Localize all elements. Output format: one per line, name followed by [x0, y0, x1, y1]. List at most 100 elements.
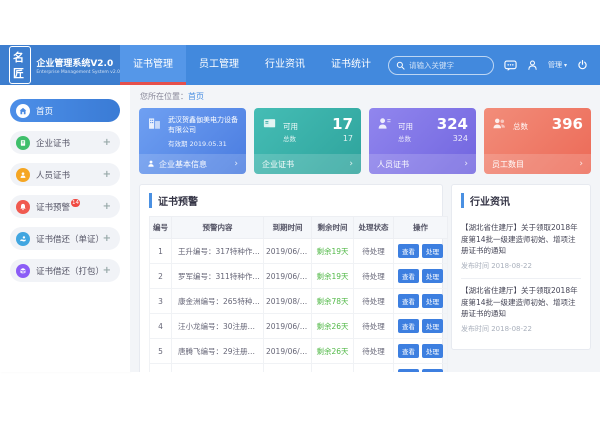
cell-no: 1	[150, 239, 172, 264]
sidebar-item-borrow-package[interactable]: 证书借还（打包） +	[10, 259, 120, 282]
sidebar-item-home[interactable]: 首页	[10, 99, 120, 122]
company-certificates-card[interactable]: 可用 17 总数 17 企业证书 ›	[254, 108, 361, 174]
news-item-title: 【湖北省住建厅】关于领取2018年度第14批一级建造师初始、增项注册证书的通知	[461, 285, 581, 320]
handle-button[interactable]: 处理	[422, 269, 443, 283]
company-certificates-link[interactable]: 企业证书 ›	[254, 154, 361, 174]
stat-label: 总数	[398, 133, 411, 143]
chevron-right-icon: ›	[234, 159, 238, 169]
user-icon[interactable]	[527, 59, 538, 71]
cell-status: 待处理	[354, 339, 394, 364]
company-certificate-icon	[16, 136, 30, 150]
view-button[interactable]: 查看	[398, 319, 419, 333]
sidebar-item-certificate-alerts[interactable]: 证书预警 14 +	[10, 195, 120, 218]
col-header-no: 编号	[150, 217, 172, 239]
cell-remaining: 剩余19天	[312, 239, 354, 264]
sidebar-item-label: 企业证书	[36, 137, 70, 149]
borrow-single-icon	[16, 232, 30, 246]
nav-tab-certificate-stats[interactable]: 证书统计	[318, 45, 384, 85]
cell-status: 待处理	[354, 364, 394, 373]
power-icon[interactable]	[577, 59, 588, 71]
handle-button[interactable]: 处理	[422, 369, 443, 372]
sidebar-item-personnel-certificates[interactable]: 人员证书 +	[10, 163, 120, 186]
certificate-alert-panel: 证书预警 编号 预警内容 到期时间 剩余时间 处理状态	[139, 184, 443, 372]
alert-count-badge: 14	[71, 199, 80, 207]
stat-value: 396	[552, 115, 583, 133]
col-header-date: 到期时间	[264, 217, 312, 239]
sidebar-item-company-certificates[interactable]: 企业证书 +	[10, 131, 120, 154]
table-row: 3 康金洲编号：265特种作... 2019/08/01 剩余78天 待处理 查…	[150, 289, 448, 314]
breadcrumb-prefix: 您所在位置：	[140, 92, 188, 101]
search-box[interactable]	[388, 56, 494, 75]
expand-icon[interactable]: +	[103, 201, 111, 212]
cell-no: 6	[150, 364, 172, 373]
view-button[interactable]: 查看	[398, 244, 419, 258]
company-info-card[interactable]: 武汉贺鑫伽美电力设备有限公司 有效期 2019.05.31 企业基本信息 ›	[139, 108, 246, 174]
search-icon	[396, 61, 405, 70]
app-title: 企业管理系统V2.0	[36, 56, 120, 69]
employee-count-card[interactable]: 总数 396 员工数目 ›	[484, 108, 591, 174]
personnel-certificates-link[interactable]: 人员证书 ›	[369, 154, 476, 174]
cell-date: 2019/06/10	[264, 364, 312, 373]
col-header-actions: 操作	[394, 217, 448, 239]
person-list-icon	[377, 116, 392, 154]
handle-button[interactable]: 处理	[422, 244, 443, 258]
col-header-remain: 剩余时间	[312, 217, 354, 239]
expand-icon[interactable]: +	[103, 233, 111, 244]
sidebar-item-label: 人员证书	[36, 169, 70, 181]
expand-icon[interactable]: +	[103, 265, 111, 276]
sidebar-item-label: 首页	[36, 105, 53, 117]
cell-status: 待处理	[354, 289, 394, 314]
news-item-time: 发布时间 2018-08-22	[461, 324, 581, 334]
cell-content: 汪小龙编号：30注册类人...	[172, 314, 264, 339]
search-input[interactable]	[409, 61, 486, 70]
stat-value: 17	[343, 134, 353, 143]
company-info-link[interactable]: 企业基本信息 ›	[139, 154, 246, 174]
cell-remaining: 剩余26天	[312, 314, 354, 339]
cell-no: 5	[150, 339, 172, 364]
view-button[interactable]: 查看	[398, 344, 419, 358]
stat-label: 总数	[283, 133, 296, 143]
cell-content: 胡凯旋编号：28注册类人...	[172, 364, 264, 373]
cell-date: 2019/06/03	[264, 239, 312, 264]
employee-count-link[interactable]: 员工数目 ›	[484, 154, 591, 174]
people-group-icon	[492, 116, 507, 154]
nav-tab-employee-management[interactable]: 员工管理	[186, 45, 252, 85]
header-actions: 管理▾	[388, 45, 600, 85]
view-button[interactable]: 查看	[398, 269, 419, 283]
news-item[interactable]: 【湖北省住建厅】关于领取2018年度第14批一级建造师初始、增项注册证书的通知 …	[461, 216, 581, 279]
user-menu-label: 管理	[548, 60, 562, 70]
message-icon[interactable]	[504, 59, 517, 72]
sidebar-item-label: 证书借还（单证）	[36, 233, 103, 245]
nav-tab-industry-news[interactable]: 行业资讯	[252, 45, 318, 85]
nav-tab-certificate-management[interactable]: 证书管理	[120, 45, 186, 85]
cell-date: 2019/06/10	[264, 339, 312, 364]
stat-value: 324	[437, 115, 468, 133]
table-row: 5 唐腾飞编号：29注册类人... 2019/06/10 剩余26天 待处理 查…	[150, 339, 448, 364]
sidebar-item-borrow-single[interactable]: 证书借还（单证） +	[10, 227, 120, 250]
handle-button[interactable]: 处理	[422, 319, 443, 333]
home-icon	[16, 104, 30, 118]
table-row: 6 胡凯旋编号：28注册类人... 2019/06/10 剩余26天 待处理 查…	[150, 364, 448, 373]
main-content: 您所在位置：首页 武汉贺鑫伽美电力设备有限公司 有效期 2019.05.31	[130, 85, 600, 372]
view-button[interactable]: 查看	[398, 294, 419, 308]
personnel-certificates-card[interactable]: 可用 324 总数 324 人员证书 ›	[369, 108, 476, 174]
company-validity: 有效期 2019.05.31	[168, 138, 238, 148]
view-button[interactable]: 查看	[398, 369, 419, 372]
breadcrumb: 您所在位置：首页	[130, 85, 600, 107]
alert-panel-title: 证书预警	[149, 193, 433, 208]
news-panel-title: 行业资讯	[461, 193, 581, 208]
news-item[interactable]: 【湖北省住建厅】关于领取2018年度第14批一级建造师初始、增项注册证书的通知 …	[461, 279, 581, 341]
handle-button[interactable]: 处理	[422, 344, 443, 358]
building-icon	[147, 116, 162, 154]
user-menu[interactable]: 管理▾	[548, 60, 567, 70]
card-footer-label: 员工数目	[492, 159, 524, 170]
stat-label: 可用	[398, 121, 413, 132]
handle-button[interactable]: 处理	[422, 294, 443, 308]
expand-icon[interactable]: +	[103, 169, 111, 180]
expand-icon[interactable]: +	[103, 137, 111, 148]
app-subtitle: Enterprise Management System v2.0	[36, 70, 120, 75]
breadcrumb-home-link[interactable]: 首页	[188, 92, 204, 101]
chevron-right-icon: ›	[579, 159, 583, 169]
stat-cards: 武汉贺鑫伽美电力设备有限公司 有效期 2019.05.31 企业基本信息 ›	[139, 108, 591, 174]
cell-date: 2019/06/03	[264, 264, 312, 289]
